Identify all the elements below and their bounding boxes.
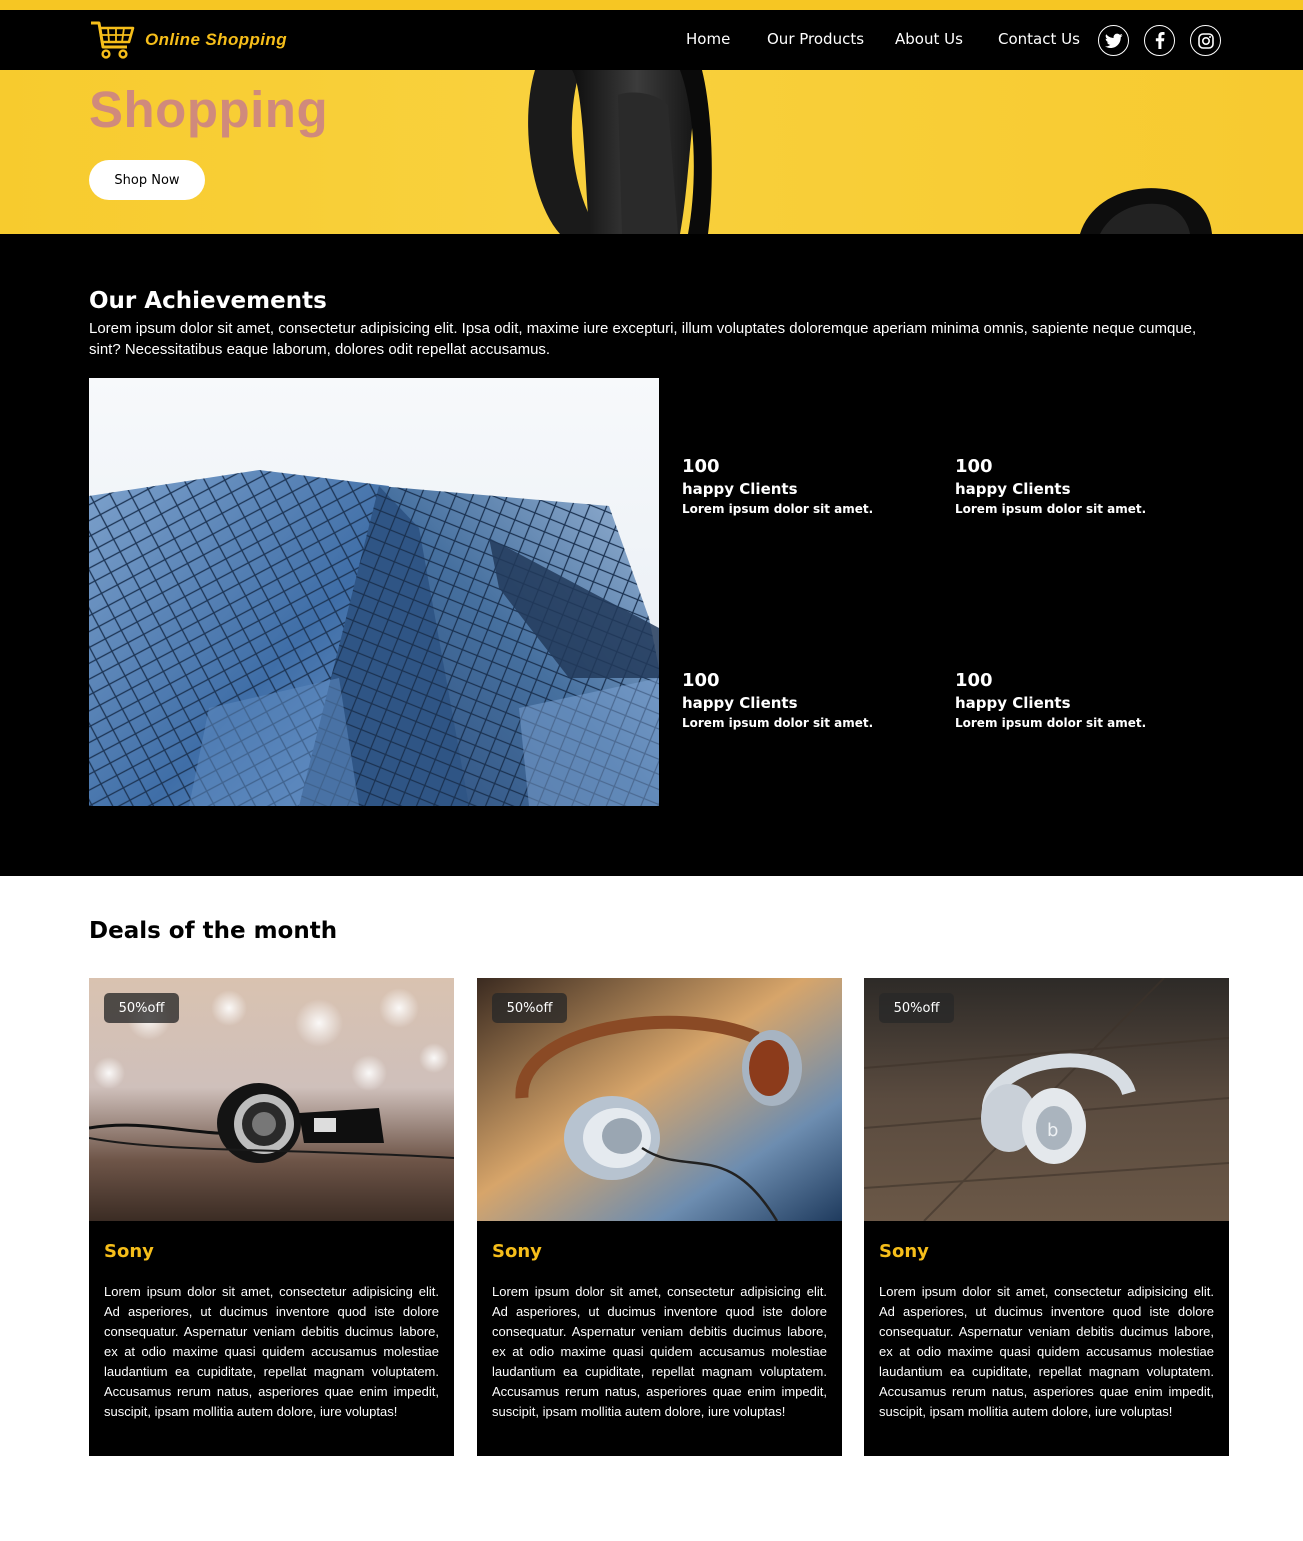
- nav-link-about-us[interactable]: About Us: [895, 30, 963, 48]
- stat-number: 100: [955, 670, 993, 691]
- stat-block: 100 happy Clients Lorem ipsum dolor sit …: [955, 670, 1205, 731]
- facebook-link[interactable]: [1144, 25, 1175, 56]
- stat-label: happy Clients: [682, 480, 798, 498]
- product-name: Sony: [492, 1241, 542, 1262]
- deal-card[interactable]: b 50%off Sony Lorem ipsum dolor sit amet…: [864, 978, 1229, 1456]
- instagram-link[interactable]: [1190, 25, 1221, 56]
- top-navbar: Online Shopping Home Our Products About …: [0, 10, 1303, 70]
- site-logo[interactable]: Online Shopping: [89, 18, 287, 62]
- product-description: Lorem ipsum dolor sit amet, consectetur …: [879, 1284, 1214, 1419]
- twitter-link[interactable]: [1098, 25, 1129, 56]
- shopping-cart-icon: [91, 21, 135, 59]
- stat-description: Lorem ipsum dolor sit amet.: [955, 716, 1147, 730]
- nav-link-home[interactable]: Home: [686, 30, 730, 48]
- deal-card[interactable]: 50%off Sony Lorem ipsum dolor sit amet, …: [89, 978, 454, 1456]
- stat-description: Lorem ipsum dolor sit amet.: [682, 716, 874, 730]
- logo-text: Online Shopping: [145, 30, 287, 49]
- deal-card[interactable]: 50%off Sony Lorem ipsum dolor sit amet, …: [477, 978, 842, 1456]
- stat-number: 100: [682, 456, 720, 477]
- twitter-icon: [1104, 33, 1123, 48]
- stat-block: 100 happy Clients Lorem ipsum dolor sit …: [955, 456, 1205, 517]
- nav-link-contact-us[interactable]: Contact Us: [998, 30, 1080, 48]
- shop-now-button[interactable]: Shop Now: [89, 160, 205, 200]
- stat-number: 100: [955, 456, 993, 477]
- hero-banner: Online Shopping Home Our Products About …: [0, 0, 1303, 234]
- svg-text:b: b: [1047, 1120, 1058, 1141]
- nav-link-our-products[interactable]: Our Products: [767, 30, 864, 48]
- discount-badge: 50%off: [492, 993, 567, 1023]
- stat-description: Lorem ipsum dolor sit amet.: [955, 502, 1147, 516]
- stat-label: happy Clients: [955, 480, 1071, 498]
- achievements-section: Our Achievements Lorem ipsum dolor sit a…: [0, 234, 1303, 876]
- stat-number: 100: [682, 670, 720, 691]
- achievements-intro: Lorem ipsum dolor sit amet, consectetur …: [89, 320, 1197, 358]
- instagram-icon: [1197, 32, 1214, 49]
- stat-block: 100 happy Clients Lorem ipsum dolor sit …: [682, 456, 932, 517]
- product-description: Lorem ipsum dolor sit amet, consectetur …: [104, 1284, 439, 1419]
- product-name: Sony: [104, 1241, 154, 1262]
- achievements-title: Our Achievements: [89, 288, 327, 314]
- deals-title: Deals of the month: [89, 918, 338, 944]
- discount-badge: 50%off: [104, 993, 179, 1023]
- stat-block: 100 happy Clients Lorem ipsum dolor sit …: [682, 670, 932, 731]
- hero-title: Shopping: [89, 81, 329, 138]
- stat-description: Lorem ipsum dolor sit amet.: [682, 502, 874, 516]
- facebook-icon: [1155, 32, 1165, 49]
- product-description: Lorem ipsum dolor sit amet, consectetur …: [492, 1284, 827, 1419]
- product-name: Sony: [879, 1241, 929, 1262]
- stat-label: happy Clients: [955, 694, 1071, 712]
- building-image: [89, 378, 659, 806]
- stat-label: happy Clients: [682, 694, 798, 712]
- discount-badge: 50%off: [879, 993, 954, 1023]
